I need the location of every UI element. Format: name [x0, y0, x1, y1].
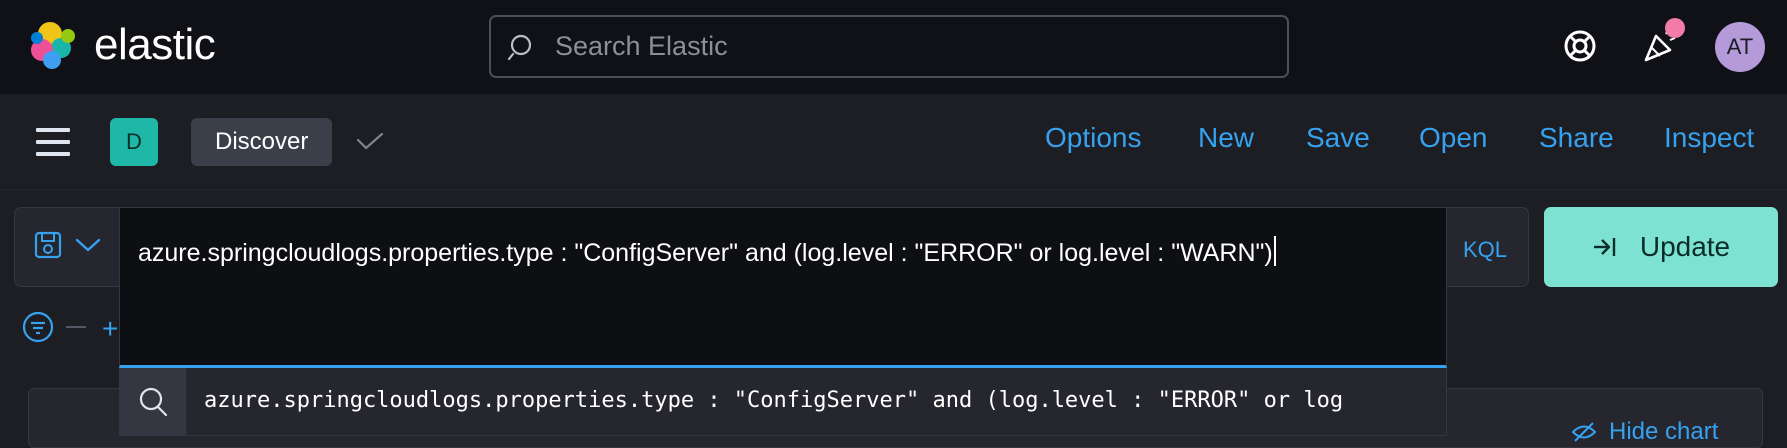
query-text[interactable]: azure.springcloudlogs.properties.type : … — [138, 232, 1428, 274]
filter-icon[interactable] — [22, 311, 54, 343]
query-language-switcher[interactable]: KQL — [1463, 237, 1507, 263]
save-icon — [34, 231, 62, 259]
options-link[interactable]: Options — [1045, 122, 1142, 154]
open-link[interactable]: Open — [1419, 122, 1488, 154]
new-link[interactable]: New — [1198, 122, 1254, 154]
update-button[interactable]: Update — [1544, 207, 1778, 287]
inspect-link[interactable]: Inspect — [1664, 122, 1754, 154]
suggestion-icon-box — [120, 368, 186, 435]
global-search-input[interactable] — [555, 31, 1255, 62]
eye-closed-icon — [1571, 422, 1597, 442]
notification-dot — [1665, 18, 1685, 38]
help-icon[interactable] — [1560, 26, 1600, 66]
global-search-field[interactable] — [489, 15, 1289, 78]
share-link[interactable]: Share — [1539, 122, 1614, 154]
global-header: elastic AT — [0, 0, 1787, 94]
search-icon — [139, 387, 168, 417]
space-avatar[interactable]: D — [110, 118, 158, 166]
user-avatar[interactable]: AT — [1715, 22, 1765, 72]
chevron-down-icon — [75, 238, 101, 252]
breadcrumb-discover[interactable]: Discover — [191, 118, 333, 166]
elastic-logo[interactable]: elastic — [28, 20, 216, 70]
refresh-arrow-icon — [1593, 238, 1616, 256]
update-label: Update — [1639, 231, 1731, 262]
add-filter-button[interactable]: + — [102, 313, 118, 345]
filter-divider — [66, 326, 86, 328]
save-link[interactable]: Save — [1306, 122, 1370, 154]
logo-text: elastic — [94, 20, 216, 69]
saved-query-menu-button[interactable] — [33, 230, 101, 260]
menu-toggle-button[interactable] — [36, 128, 70, 156]
query-input[interactable]: azure.springcloudlogs.properties.type : … — [119, 207, 1447, 368]
elastic-logo-icon — [31, 22, 75, 69]
query-suggestion-item[interactable]: azure.springcloudlogs.properties.type : … — [119, 368, 1447, 436]
query-value: azure.springcloudlogs.properties.type : … — [138, 239, 1273, 267]
app-bar: D Discover Options New Save Open Share I… — [0, 94, 1787, 190]
suggestion-text: azure.springcloudlogs.properties.type : … — [204, 388, 1344, 413]
text-caret — [1273, 236, 1276, 266]
chevron-check-icon — [356, 132, 384, 150]
search-icon — [507, 34, 532, 60]
